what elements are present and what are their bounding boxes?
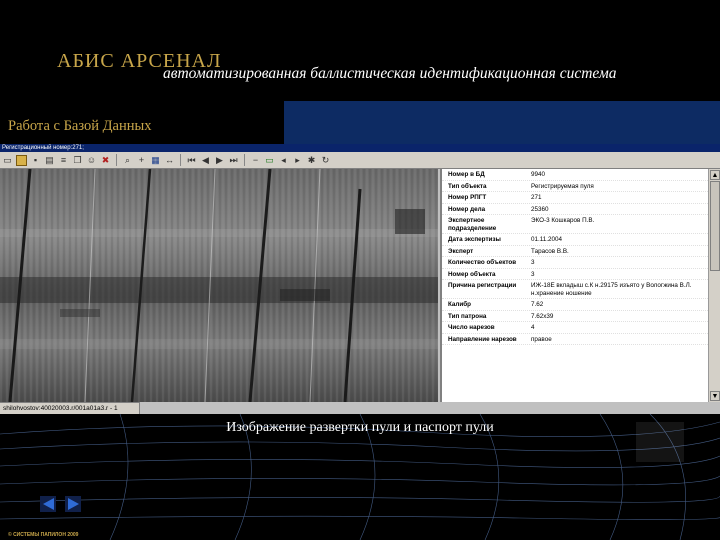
passport-value: 4 xyxy=(531,324,535,331)
passport-key: Калибр xyxy=(448,301,472,308)
scroll-thumb[interactable] xyxy=(710,181,720,271)
open-folder-icon[interactable] xyxy=(16,154,27,166)
passport-row: Калибр 7.62 xyxy=(442,299,708,311)
zoom-icon[interactable]: ⌕ xyxy=(122,155,133,166)
status-bar: shilohvostov:40020003.r/001a01a3.r - 1 xyxy=(0,402,140,414)
list-icon[interactable]: ≡ xyxy=(58,155,69,166)
scroll-up-icon[interactable]: ▲ xyxy=(710,170,720,180)
passport-value: 7.62х39 xyxy=(531,312,554,320)
passport-key: Тип объекта xyxy=(448,182,487,190)
move-left-icon[interactable]: ◂ xyxy=(278,155,289,166)
rotate-icon[interactable]: ↻ xyxy=(320,155,331,166)
passport-value: ИЖ-18Е вкладыш с.К н.29175 изъято у Воло… xyxy=(531,282,692,297)
passport-scrollbar[interactable]: ▲ ▼ xyxy=(708,169,720,402)
cross-icon[interactable]: + xyxy=(136,155,147,166)
toolbar: ▭ ▪ ▤ ≡ ❐ ☺ ✖ ⌕ + ▦ ↔ ⏮ ◀ ▶ ⏭ − ▭ ◂ ▸ ✱ … xyxy=(0,152,720,169)
grid-icon[interactable]: ▦ xyxy=(150,155,161,166)
arrows-icon[interactable]: ↔ xyxy=(164,155,175,166)
new-icon[interactable]: ▭ xyxy=(2,155,13,166)
passport-row: Номер объекта 3 xyxy=(442,269,708,280)
passport-row: Направление нарезов правое xyxy=(442,334,708,345)
first-icon[interactable]: ⏮ xyxy=(186,155,197,166)
passport-key: Номер в БД xyxy=(448,171,485,178)
passport-value: Регистрируемая пуля xyxy=(531,182,594,190)
passport-key: Дата экспертизы xyxy=(448,236,501,243)
copyright-text: © СИСТЕМЫ ПАПИЛОН 2009 xyxy=(8,532,79,538)
app-window: Регистрационный номер:271; ▭ ▪ ▤ ≡ ❐ ☺ ✖… xyxy=(0,144,720,414)
passport-value: 9940 xyxy=(531,171,546,178)
passport-key: Номер дела xyxy=(448,205,486,213)
passport-key: Число нарезов xyxy=(448,324,495,331)
passport-key: Экспертное подразделение xyxy=(448,217,497,232)
window-title: Регистрационный номер:271; xyxy=(0,144,720,152)
passport-row: Номер дела 25360 xyxy=(442,204,708,215)
passport-key: Направление нарезов xyxy=(448,335,517,343)
section-label: Работа с Базой Данных xyxy=(8,118,152,134)
person-icon[interactable]: ☺ xyxy=(86,155,97,166)
header-band xyxy=(284,101,720,144)
passport-key: Причина регистрации xyxy=(448,282,517,289)
bullet-passport-panel: Номер в БД 9940 Тип объекта Регистрируемая … xyxy=(440,169,708,402)
copy-icon[interactable]: ❐ xyxy=(72,155,83,166)
passport-row: Экспертное подразделение ЭКО-3 Кошкаров П… xyxy=(442,215,708,234)
minus-icon[interactable]: − xyxy=(250,155,261,166)
delete-icon[interactable]: ✖ xyxy=(100,155,111,166)
passport-row: Причина регистрации ИЖ-18Е вкладыш с.К н.… xyxy=(442,280,708,299)
passport-value: 01.11.2004 xyxy=(531,236,563,243)
next-icon[interactable]: ▶ xyxy=(214,155,225,166)
scroll-down-icon[interactable]: ▼ xyxy=(710,391,720,401)
passport-row: Число нарезов 4 xyxy=(442,322,708,334)
monitor-icon[interactable]: ▭ xyxy=(264,155,275,166)
passport-key: Эксперт xyxy=(448,247,474,255)
passport-value: 3 xyxy=(531,259,535,266)
toolbar-separator xyxy=(116,154,117,166)
passport-value: 3 xyxy=(531,270,535,278)
passport-key: Номер РПГТ xyxy=(448,194,487,201)
passport-row: Номер РПГТ 271 xyxy=(442,192,708,204)
slide-caption: Изображение развертки пули и паспорт пул… xyxy=(226,420,494,435)
save-icon[interactable]: ▪ xyxy=(30,155,41,166)
passport-row: Эксперт Тарасов В.В. xyxy=(442,246,708,257)
print-icon[interactable]: ▤ xyxy=(44,155,55,166)
passport-row: Тип патрона 7.62х39 xyxy=(442,311,708,322)
toolbar-separator xyxy=(244,154,245,166)
passport-row: Номер в БД 9940 xyxy=(442,169,708,181)
passport-value: правое xyxy=(531,335,552,343)
prev-icon[interactable]: ◀ xyxy=(200,155,211,166)
next-slide-arrow-icon[interactable] xyxy=(68,498,79,510)
last-icon[interactable]: ⏭ xyxy=(228,155,239,166)
slide-subtitle: автоматизированная баллистическая иденти… xyxy=(163,65,617,82)
move-right-icon[interactable]: ▸ xyxy=(292,155,303,166)
passport-row: Тип объекта Регистрируемая пуля xyxy=(442,181,708,192)
bullet-scan-graphic xyxy=(0,169,438,402)
passport-key: Номер объекта xyxy=(448,270,496,278)
passport-value: Тарасов В.В. xyxy=(531,247,569,255)
passport-value: 271 xyxy=(531,194,542,201)
bullet-scan-image[interactable] xyxy=(0,169,438,402)
passport-key: Тип патрона xyxy=(448,312,487,320)
previous-slide-arrow-icon[interactable] xyxy=(43,498,54,510)
passport-value: 7.62 xyxy=(531,301,544,308)
passport-key: Количество объектов xyxy=(448,259,517,266)
passport-row: Количество объектов 3 xyxy=(442,257,708,269)
settings-icon[interactable]: ✱ xyxy=(306,155,317,166)
toolbar-separator xyxy=(180,154,181,166)
passport-value: 25360 xyxy=(531,205,549,213)
passport-value: ЭКО-3 Кошкаров П.В. xyxy=(531,217,595,224)
slide: АБИС АРСЕНАЛ автоматизированная баллисти… xyxy=(0,0,720,540)
passport-row: Дата экспертизы 01.11.2004 xyxy=(442,234,708,246)
